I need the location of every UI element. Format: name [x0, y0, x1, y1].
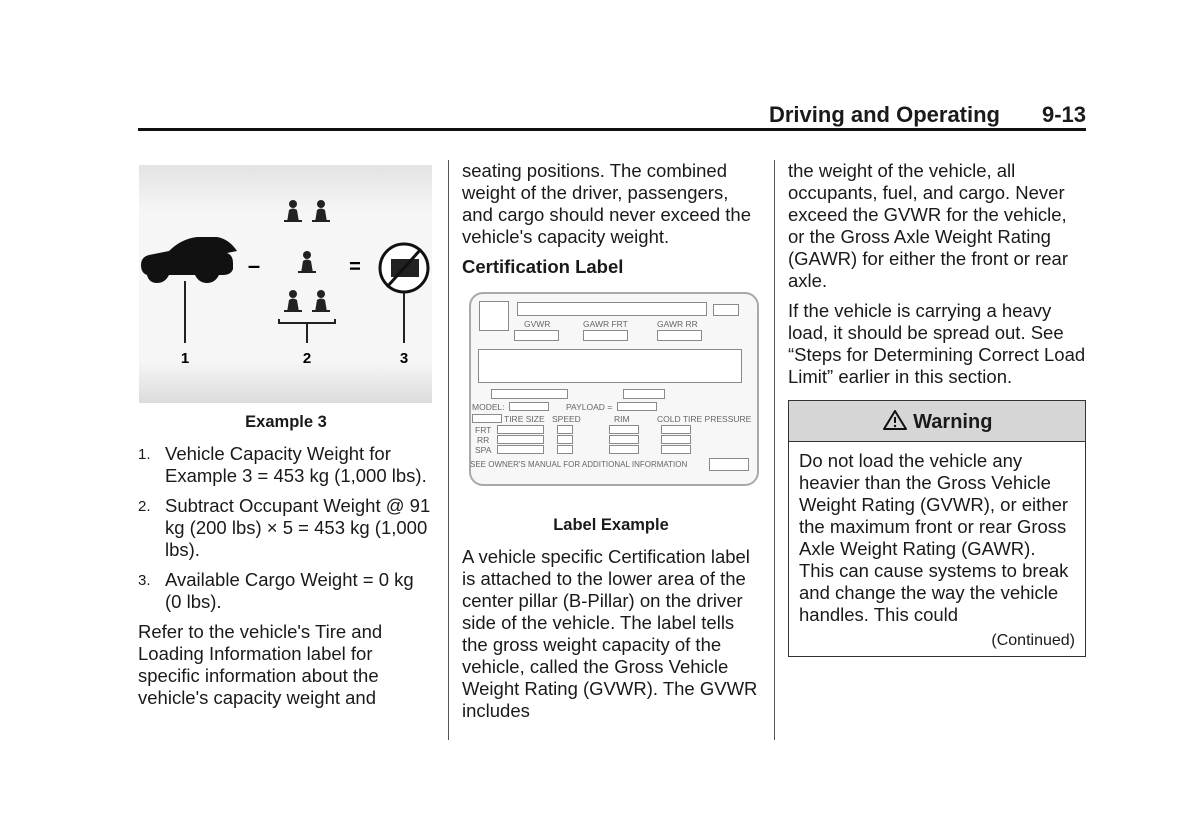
label-field — [478, 349, 742, 383]
label-field — [709, 458, 749, 471]
example-3-figure: 1 – 2 = 3 — [139, 165, 432, 403]
step-text: Subtract Occupant Weight @ 91 kg (200 lb… — [165, 495, 431, 560]
minus-sign: – — [248, 253, 260, 278]
label-field — [661, 435, 691, 444]
label-field — [517, 302, 707, 316]
callout-1: 1 — [181, 350, 189, 367]
label-field — [557, 425, 573, 434]
label-field — [609, 435, 639, 444]
body-paragraph: seating positions. The combined weight o… — [462, 160, 752, 247]
steps-list: 1. Vehicle Capacity Weight for Example 3 … — [138, 443, 434, 613]
label-field — [472, 414, 502, 423]
step-number: 2. — [138, 498, 151, 515]
label-field — [657, 330, 702, 341]
body-paragraph: the weight of the vehicle, all occupants… — [788, 160, 1068, 291]
occupant-icons — [284, 200, 330, 312]
label-field — [661, 445, 691, 454]
step-text: Available Cargo Weight = 0 kg (0 lbs). — [165, 569, 414, 612]
seatbelt-occupant-icon — [284, 290, 302, 312]
page-number: 9-13 — [1041, 102, 1086, 127]
section-title: Driving and Operating — [768, 102, 1000, 127]
cold-tire-pressure-label: COLD TIRE PRESSURE — [657, 414, 752, 424]
bracket — [278, 319, 336, 324]
label-footer: SEE OWNER'S MANUAL FOR ADDITIONAL INFORM… — [470, 460, 688, 469]
warning-header: Warning — [789, 401, 1085, 442]
callout-2: 2 — [303, 350, 311, 367]
seatbelt-occupant-icon — [284, 200, 302, 222]
step-number: 3. — [138, 572, 151, 589]
gawr-frt-label: GAWR FRT — [583, 319, 628, 329]
header-rule — [138, 128, 1086, 131]
spa-label: SPA — [475, 445, 492, 455]
body-paragraph: Refer to the vehicle's Tire and Loading … — [138, 621, 383, 708]
seatbelt-occupant-icon — [298, 251, 316, 273]
no-cargo-icon — [378, 242, 430, 294]
label-field — [609, 425, 639, 434]
body-paragraph: A vehicle specific Certification label i… — [462, 546, 758, 721]
column-3: the weight of the vehicle, all occupants… — [788, 160, 1086, 657]
rim-label: RIM — [614, 414, 630, 424]
label-field — [497, 425, 544, 434]
seatbelt-occupant-icon — [312, 200, 330, 222]
column-divider — [448, 160, 449, 740]
label-logo-box — [479, 301, 509, 331]
label-field — [617, 402, 657, 411]
column-1: 1 – 2 = 3 Example 3 1. Vehicle Capacity … — [138, 160, 434, 717]
label-field — [491, 389, 568, 399]
warning-title: Warning — [913, 411, 993, 433]
payload-label: PAYLOAD = — [566, 402, 613, 412]
label-field — [623, 389, 665, 399]
list-item: 2. Subtract Occupant Weight @ 91 kg (200 … — [138, 495, 434, 561]
label-field — [583, 330, 628, 341]
page-header: Driving and Operating 9-13 — [138, 100, 1086, 128]
warning-box: Warning Do not load the vehicle any heav… — [788, 400, 1086, 657]
label-field — [509, 402, 549, 411]
step-number: 1. — [138, 446, 151, 463]
gvwr-label: GVWR — [524, 319, 551, 329]
list-item: 1. Vehicle Capacity Weight for Example 3 … — [138, 443, 434, 487]
figure-caption: Label Example — [553, 516, 669, 534]
equals-sign: = — [349, 256, 361, 278]
certification-label-figure: GVWR GAWR FRT GAWR RR MODEL: PAYLOAD = T… — [466, 292, 759, 486]
label-field — [661, 425, 691, 434]
label-field — [497, 445, 544, 454]
body-paragraph: If the vehicle is carrying a heavy load,… — [788, 300, 1086, 387]
label-card: GVWR GAWR FRT GAWR RR MODEL: PAYLOAD = T… — [469, 292, 759, 486]
tire-size-label: TIRE SIZE — [504, 414, 545, 424]
warning-body: Do not load the vehicle any heavier than… — [789, 442, 1085, 656]
model-label: MODEL: — [472, 402, 505, 412]
callout-3: 3 — [400, 350, 408, 367]
rr-label: RR — [477, 435, 490, 445]
label-field — [514, 330, 559, 341]
gawr-rr-label: GAWR RR — [657, 319, 698, 329]
warning-text: Do not load the vehicle any heavier than… — [799, 450, 1069, 625]
car-icon — [141, 237, 237, 283]
warning-triangle-icon — [882, 410, 914, 433]
column-2: seating positions. The combined weight o… — [462, 160, 760, 730]
step-text: Vehicle Capacity Weight for Example 3 = … — [165, 443, 427, 486]
label-field — [557, 445, 573, 454]
figure-caption: Example 3 — [245, 413, 327, 431]
column-divider — [774, 160, 775, 740]
section-subheading: Certification Label — [462, 256, 624, 277]
label-field — [609, 445, 639, 454]
label-field — [497, 435, 544, 444]
speed-label: SPEED — [552, 414, 581, 424]
load-diagram: 1 – 2 = 3 — [141, 200, 430, 367]
label-field — [713, 304, 739, 316]
frt-label: FRT — [475, 425, 492, 435]
seatbelt-occupant-icon — [312, 290, 330, 312]
list-item: 3. Available Cargo Weight = 0 kg (0 lbs). — [138, 569, 434, 613]
continued-note: (Continued) — [991, 632, 1075, 649]
label-field — [557, 435, 573, 444]
